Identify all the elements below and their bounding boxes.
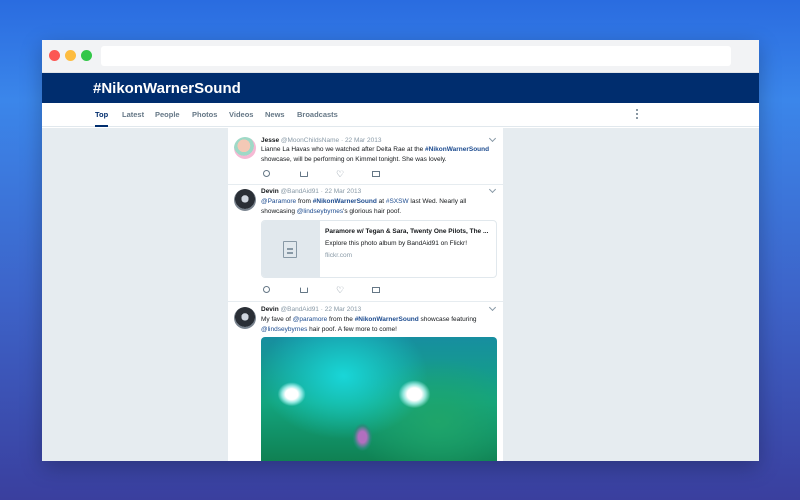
tweet-header: Jesse @MoonChildsName · 22 Mar 2013 (261, 137, 381, 144)
retweet-icon[interactable] (300, 171, 308, 177)
heart-icon[interactable]: ♡ (336, 170, 346, 180)
tweet-photo[interactable] (261, 337, 497, 461)
hashtag-link[interactable]: #NikonWarnerSound (355, 316, 419, 323)
maximize-window-button[interactable] (81, 50, 92, 61)
minimize-window-button[interactable] (65, 50, 76, 61)
document-icon (283, 241, 297, 258)
tweet-header: Devin @BandAid91 · 22 Mar 2013 (261, 188, 361, 195)
tweet-date[interactable]: · 22 Mar 2013 (341, 137, 381, 144)
hashtag-link[interactable]: #NikonWarnerSound (425, 146, 489, 153)
tab-latest[interactable]: Latest (122, 103, 144, 127)
address-bar[interactable] (101, 46, 731, 66)
user-name[interactable]: Jesse (261, 137, 279, 144)
user-handle[interactable]: @BandAid91 (281, 188, 319, 195)
content-area: Jesse @MoonChildsName · 22 Mar 2013 Lian… (42, 128, 759, 461)
more-vertical-icon[interactable] (636, 109, 639, 121)
tweet-actions: ♡ (263, 285, 413, 295)
browser-window: #NikonWarnerSound Top Latest People Phot… (42, 40, 759, 461)
retweet-icon[interactable] (300, 287, 308, 293)
mention-link[interactable]: @paramore (293, 316, 327, 323)
tweet-text: @Paramore from #NikonWarnerSound at #SXS… (261, 198, 467, 215)
chevron-down-icon[interactable] (488, 134, 497, 143)
user-name[interactable]: Devin (261, 188, 279, 195)
envelope-icon[interactable] (372, 171, 380, 177)
tab-broadcasts[interactable]: Broadcasts (297, 103, 338, 127)
card-description: Explore this photo album by BandAid91 on… (325, 240, 467, 247)
reply-icon[interactable] (263, 170, 270, 177)
tweet-text: My fave of @paramore from the #NikonWarn… (261, 316, 477, 333)
avatar[interactable] (234, 307, 256, 329)
tweet-date[interactable]: · 22 Mar 2013 (321, 188, 361, 195)
tab-people[interactable]: People (155, 103, 180, 127)
tweet-actions: ♡ (263, 169, 413, 179)
hashtag-link[interactable]: #SXSW (386, 198, 409, 205)
tweet-header: Devin @BandAid91 · 22 Mar 2013 (261, 306, 361, 313)
page-title: #NikonWarnerSound (93, 80, 241, 97)
search-tabs: Top Latest People Photos Videos News Bro… (42, 103, 759, 127)
tab-photos[interactable]: Photos (192, 103, 217, 127)
tab-news[interactable]: News (265, 103, 285, 127)
browser-toolbar (42, 40, 759, 73)
close-window-button[interactable] (49, 50, 60, 61)
heart-icon[interactable]: ♡ (336, 286, 346, 296)
tweet-text: Lianne La Havas who we watched after Del… (261, 146, 490, 163)
tweet-date[interactable]: · 22 Mar 2013 (321, 306, 361, 313)
user-handle[interactable]: @BandAid91 (281, 306, 319, 313)
chevron-down-icon[interactable] (488, 185, 497, 194)
tweet[interactable]: Devin @BandAid91 · 22 Mar 2013 @Paramore… (228, 185, 503, 302)
card-domain: flickr.com (325, 252, 353, 259)
card-thumbnail (262, 221, 320, 277)
chevron-down-icon[interactable] (488, 303, 497, 312)
hashtag-link[interactable]: #NikonWarnerSound (313, 198, 377, 205)
avatar[interactable] (234, 189, 256, 211)
link-card[interactable]: Paramore w/ Tegan & Sara, Twenty One Pil… (261, 220, 497, 278)
user-handle[interactable]: @MoonChildsName (281, 137, 339, 144)
mention-link[interactable]: @lindseybyrnes (297, 208, 343, 215)
tab-videos[interactable]: Videos (229, 103, 253, 127)
mention-link[interactable]: @Paramore (261, 198, 296, 205)
card-title[interactable]: Paramore w/ Tegan & Sara, Twenty One Pil… (325, 228, 493, 235)
mention-link[interactable]: @lindseybyrnes (261, 326, 307, 333)
search-header: #NikonWarnerSound (42, 73, 759, 103)
timeline: Jesse @MoonChildsName · 22 Mar 2013 Lian… (228, 128, 503, 461)
reply-icon[interactable] (263, 286, 270, 293)
avatar[interactable] (234, 137, 256, 159)
envelope-icon[interactable] (372, 287, 380, 293)
tab-top[interactable]: Top (95, 103, 109, 127)
tweet[interactable]: Jesse @MoonChildsName · 22 Mar 2013 Lian… (228, 128, 503, 185)
tweet[interactable]: Devin @BandAid91 · 22 Mar 2013 My fave o… (228, 302, 503, 461)
user-name[interactable]: Devin (261, 306, 279, 313)
